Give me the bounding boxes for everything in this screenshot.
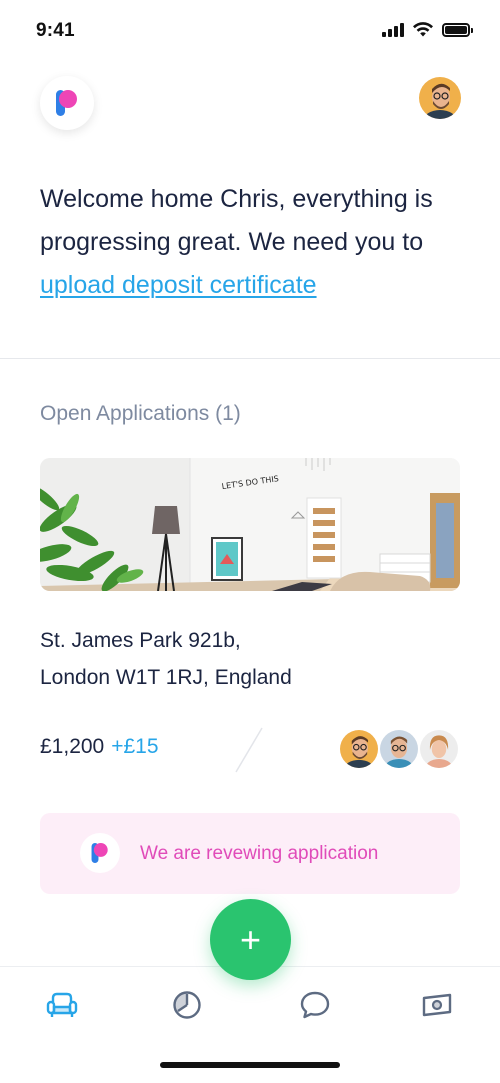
battery-icon [442, 23, 473, 37]
app-logo[interactable] [40, 76, 94, 130]
tab-messages[interactable] [295, 985, 335, 1025]
add-button[interactable]: + [210, 899, 291, 980]
price-row: £1,200 +£15 [40, 735, 159, 759]
address-line1: St. James Park 921b, [40, 629, 241, 652]
status-time: 9:41 [36, 20, 75, 41]
profile-avatar[interactable] [419, 77, 461, 119]
divider [0, 358, 500, 359]
applicants-avatars[interactable] [338, 728, 460, 770]
listing-photo[interactable]: LET'S DO THIS [40, 458, 460, 591]
brand-logo-icon [91, 843, 108, 863]
money-icon [422, 993, 452, 1017]
upload-deposit-link[interactable]: upload deposit certificate [40, 271, 317, 299]
card-logo [80, 833, 120, 873]
address-line2: London W1T 1RJ, England [40, 666, 292, 689]
section-title: Open Applications (1) [40, 402, 241, 425]
tab-home[interactable] [42, 985, 82, 1025]
status-bar: 9:41 [0, 0, 500, 60]
wifi-icon [413, 22, 433, 37]
applicant-avatar[interactable] [338, 728, 380, 770]
price: £1,200 [40, 735, 105, 758]
signal-icon [382, 23, 404, 37]
applicant-avatar[interactable] [378, 728, 420, 770]
price-extra: +£15 [111, 735, 159, 758]
status-message: We are revewing application [140, 843, 379, 864]
armchair-icon [46, 992, 78, 1017]
welcome-text: Welcome home Chris, everything is progre… [40, 185, 433, 256]
tab-payments[interactable] [417, 985, 457, 1025]
chat-bubble-icon [300, 991, 330, 1019]
status-icons [382, 22, 473, 38]
divider-slash [235, 727, 263, 773]
tab-history[interactable] [167, 985, 207, 1025]
brand-logo-icon [56, 90, 77, 116]
listing-address: St. James Park 921b, London W1T 1RJ, Eng… [40, 622, 292, 696]
application-status-card[interactable]: We are revewing application [40, 813, 460, 894]
clock-icon [173, 991, 201, 1019]
home-indicator [160, 1062, 340, 1068]
applicant-avatar[interactable] [418, 728, 460, 770]
welcome-message: Welcome home Chris, everything is progre… [40, 178, 470, 307]
